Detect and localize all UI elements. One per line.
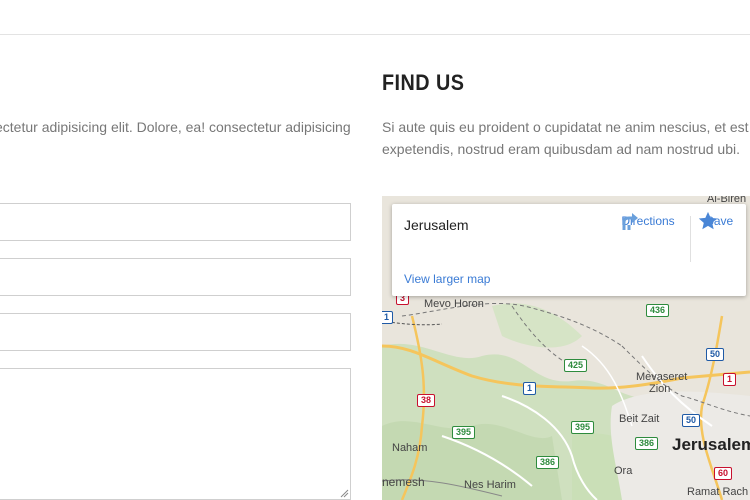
save-button[interactable]: Save: [697, 210, 742, 230]
resize-handle-icon[interactable]: [340, 489, 349, 498]
find-us-line-1: Si aute quis eu proident o cupidatat ne …: [382, 119, 750, 135]
find-us-description: Si aute quis eu proident o cupidatat ne …: [382, 116, 750, 160]
card-divider: [690, 216, 691, 262]
road-shield-38: 38: [417, 394, 436, 407]
star-icon: [698, 211, 718, 230]
find-us-line-2: expetendis, nostrud eram quibusdam ad na…: [382, 141, 740, 157]
email-input[interactable]: [0, 258, 351, 296]
name-input[interactable]: [0, 203, 351, 241]
map-label-mevo-horon: Mevo Horon: [424, 298, 484, 310]
map-label-mevaseret: Mevaseret: [636, 371, 688, 383]
find-us-heading: FIND US: [382, 70, 465, 95]
place-name: Jerusalem: [404, 217, 469, 233]
map-label-ramat-rachel: Ramat Rach: [687, 486, 749, 498]
map-label-jerusalem: Jerusalem: [672, 435, 750, 454]
map-label-nes-harim: Nes Harim: [464, 479, 516, 491]
top-navigation-bar: [0, 0, 750, 35]
contact-description: sectetur adipisicing elit. Dolore, ea! c…: [0, 119, 351, 135]
directions-button[interactable]: Directions: [618, 210, 678, 230]
road-shield-1-left: 1: [382, 311, 394, 324]
map-label-ora: Ora: [614, 465, 633, 477]
road-shield-60: 60: [714, 467, 733, 480]
message-textarea[interactable]: [0, 368, 351, 500]
map-label-beit-zait: Beit Zait: [619, 413, 660, 425]
road-shield-1-mid: 1: [523, 382, 537, 395]
map-info-card: Jerusalem Directions Save View larger ma…: [392, 204, 746, 296]
road-shield-386-b: 386: [536, 456, 560, 469]
directions-icon: [622, 213, 638, 230]
road-shield-386-a: 386: [635, 437, 659, 450]
road-shield-1-right: 1: [723, 373, 737, 386]
road-shield-395-a: 395: [452, 426, 476, 439]
view-larger-map-link[interactable]: View larger map: [404, 272, 490, 286]
map-label-beit-shemesh: nemesh: [382, 475, 425, 489]
map-label-zion: Zion: [649, 383, 671, 395]
google-map[interactable]: Al-Bireh Mevo Horon Mevaseret Zion Beit …: [382, 196, 750, 500]
subject-input[interactable]: [0, 313, 351, 351]
road-shield-50-low: 50: [682, 414, 701, 427]
road-shield-436: 436: [646, 304, 670, 317]
road-shield-395-b: 395: [571, 421, 595, 434]
road-shield-425: 425: [564, 359, 588, 372]
road-shield-50-top: 50: [706, 348, 725, 361]
map-label-naham: Naham: [392, 442, 428, 454]
